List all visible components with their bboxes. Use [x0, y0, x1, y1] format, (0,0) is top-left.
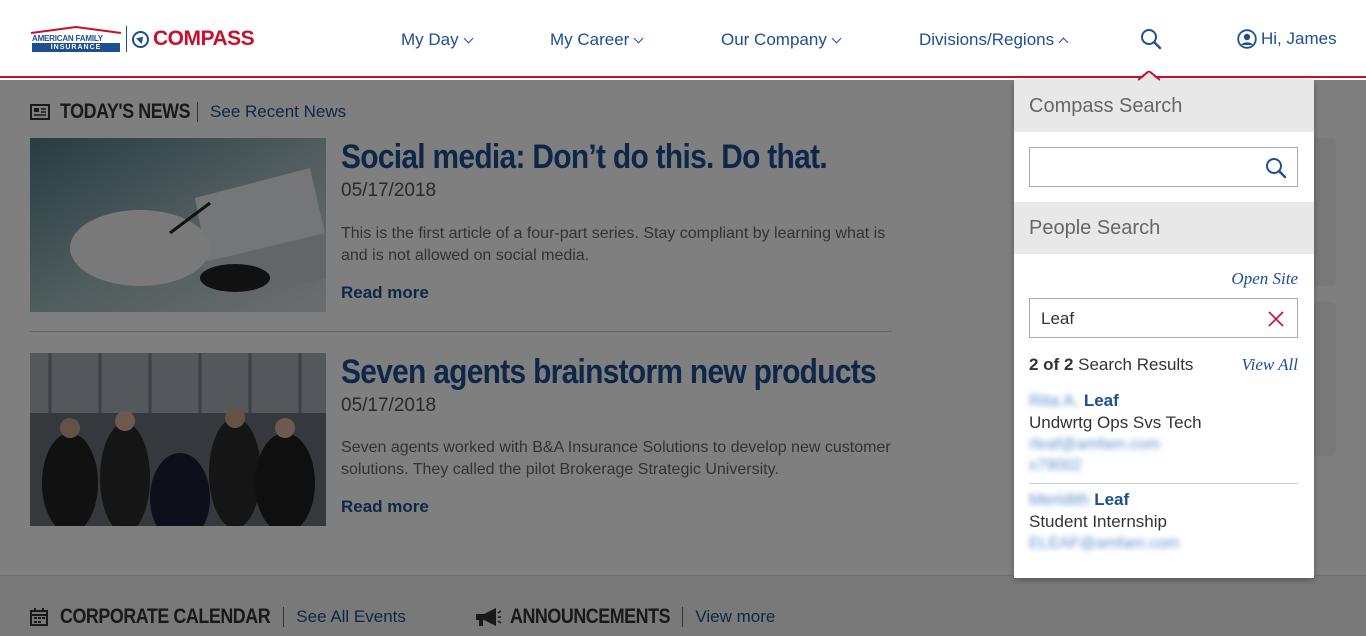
compass-logo-text: COMPASS [153, 27, 255, 50]
american-family-logo: AMERICAN FAMILY INSURANCE [30, 26, 122, 52]
people-search-value: Leaf [1041, 309, 1075, 328]
person-phone: x79002 [1029, 457, 1082, 474]
result-count-label: Search Results [1078, 355, 1194, 374]
person-first-name: Meridith [1029, 490, 1090, 509]
person-name[interactable]: Meridith Leaf [1029, 490, 1298, 510]
nav-our-company[interactable]: Our Company [721, 30, 842, 50]
people-search-heading: People Search [1014, 202, 1314, 254]
person-last-name: Leaf [1083, 391, 1119, 410]
close-icon[interactable] [1265, 308, 1287, 330]
person-first-name: Rita A. [1029, 391, 1080, 410]
person-title: Undwrtg Ops Svs Tech [1029, 413, 1202, 432]
view-all-link[interactable]: View All [1241, 355, 1298, 375]
chevron-down-icon [633, 33, 644, 43]
result-count-number: 2 of 2 [1029, 355, 1074, 374]
compass-search-heading: Compass Search [1014, 80, 1314, 132]
search-dropdown-panel: Compass Search People Search Open Site L… [1014, 80, 1314, 578]
search-icon [1141, 29, 1162, 50]
search-icon[interactable] [1265, 157, 1287, 179]
nav-label: My Career [550, 30, 630, 49]
person-title: Student Internship [1029, 512, 1167, 531]
nav-label: Our Company [721, 30, 827, 49]
open-site-link[interactable]: Open Site [1231, 269, 1298, 289]
chevron-up-icon [1058, 37, 1069, 47]
site-logo[interactable]: AMERICAN FAMILY INSURANCE COMPASS [30, 24, 255, 54]
roof-logo-icon [30, 26, 122, 34]
header-search-button[interactable] [1140, 28, 1162, 50]
person-result[interactable]: Meridith Leaf Student Internship ELEAF@a… [1029, 490, 1298, 553]
nav-label: Divisions/Regions [919, 30, 1055, 49]
person-email[interactable]: ELEAF@amfam.com [1029, 535, 1298, 553]
nav-my-day[interactable]: My Day [401, 30, 474, 50]
user-menu[interactable]: Hi, James [1237, 29, 1337, 49]
nav-divisions-regions[interactable]: Divisions/Regions [919, 30, 1069, 50]
person-name[interactable]: Rita A. Leaf [1029, 391, 1298, 411]
user-circle-icon [1237, 29, 1257, 49]
logo-text-line1: AMERICAN FAMILY [32, 34, 103, 43]
compass-search-input[interactable] [1029, 147, 1298, 187]
logo-divider [126, 26, 127, 52]
result-divider [1029, 483, 1298, 484]
compass-icon [132, 30, 149, 48]
chevron-down-icon [463, 33, 474, 43]
person-email[interactable]: rleaf@amfam.com [1029, 436, 1298, 454]
nav-label: My Day [401, 30, 459, 49]
top-header: AMERICAN FAMILY INSURANCE COMPASS My Day… [0, 0, 1366, 78]
logo-text-line2: INSURANCE [32, 43, 120, 52]
search-result-count: 2 of 2 Search Results [1029, 355, 1193, 375]
nav-my-career[interactable]: My Career [550, 30, 644, 50]
person-result[interactable]: Rita A. Leaf Undwrtg Ops Svs Tech rleaf@… [1029, 391, 1298, 475]
person-last-name: Leaf [1094, 490, 1130, 509]
chevron-down-icon [831, 33, 842, 43]
dropdown-caret [1138, 71, 1160, 82]
compass-logo: COMPASS [132, 27, 255, 51]
people-search-input[interactable]: Leaf [1029, 298, 1298, 338]
user-greeting: Hi, James [1261, 29, 1337, 48]
